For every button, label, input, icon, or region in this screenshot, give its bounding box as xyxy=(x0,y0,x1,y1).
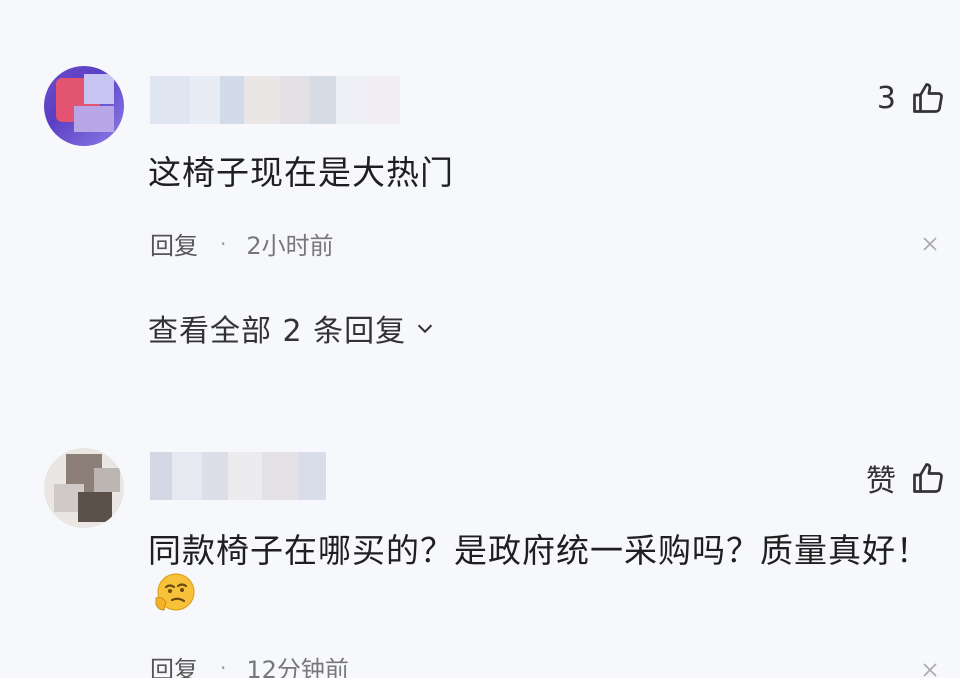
comment-meta: 回复 · 12分钟前 xyxy=(150,650,349,678)
reply-button[interactable]: 回复 xyxy=(150,226,198,261)
thumbs-up-icon[interactable] xyxy=(910,460,946,496)
username-blurred[interactable] xyxy=(150,76,400,124)
comment-text: 同款椅子在哪买的？是政府统一采购吗？质量真好！ xyxy=(148,531,930,570)
thinking-face-emoji xyxy=(155,573,195,611)
view-all-replies-button[interactable]: 查看全部 2 条回复 xyxy=(148,306,436,350)
meta-separator: · xyxy=(220,655,227,678)
comment-time: 12分钟前 xyxy=(246,656,349,678)
avatar[interactable] xyxy=(44,66,124,146)
close-icon[interactable] xyxy=(922,236,938,252)
comment-text: 这椅子现在是大热门 xyxy=(148,153,454,192)
thumbs-up-icon[interactable] xyxy=(910,80,946,116)
comment-time: 2小时前 xyxy=(246,232,334,260)
username-blurred[interactable] xyxy=(150,452,326,500)
like-control[interactable]: 3 xyxy=(877,80,946,116)
chevron-down-icon xyxy=(418,324,433,334)
like-label: 赞 xyxy=(866,464,896,499)
comment-meta: 回复 · 2小时前 xyxy=(150,226,334,261)
like-count: 3 xyxy=(876,80,896,116)
avatar[interactable] xyxy=(44,448,124,528)
reply-button[interactable]: 回复 xyxy=(150,650,198,678)
like-control[interactable]: 赞 xyxy=(866,456,946,500)
comment-item: 3 这椅子现在是大热门 回复 · 2小时前 查看全部 2 条回复 xyxy=(0,0,960,380)
close-icon[interactable] xyxy=(922,662,938,678)
comments-page: 3 这椅子现在是大热门 回复 · 2小时前 查看全部 2 条回复 赞 同款椅子在… xyxy=(0,0,960,678)
meta-separator: · xyxy=(220,231,227,256)
comment-item: 赞 同款椅子在哪买的？是政府统一采购吗？质量真好！ 回复 · 12分钟前 xyxy=(0,380,960,678)
view-all-replies-label: 查看全部 2 条回复 xyxy=(148,314,407,349)
